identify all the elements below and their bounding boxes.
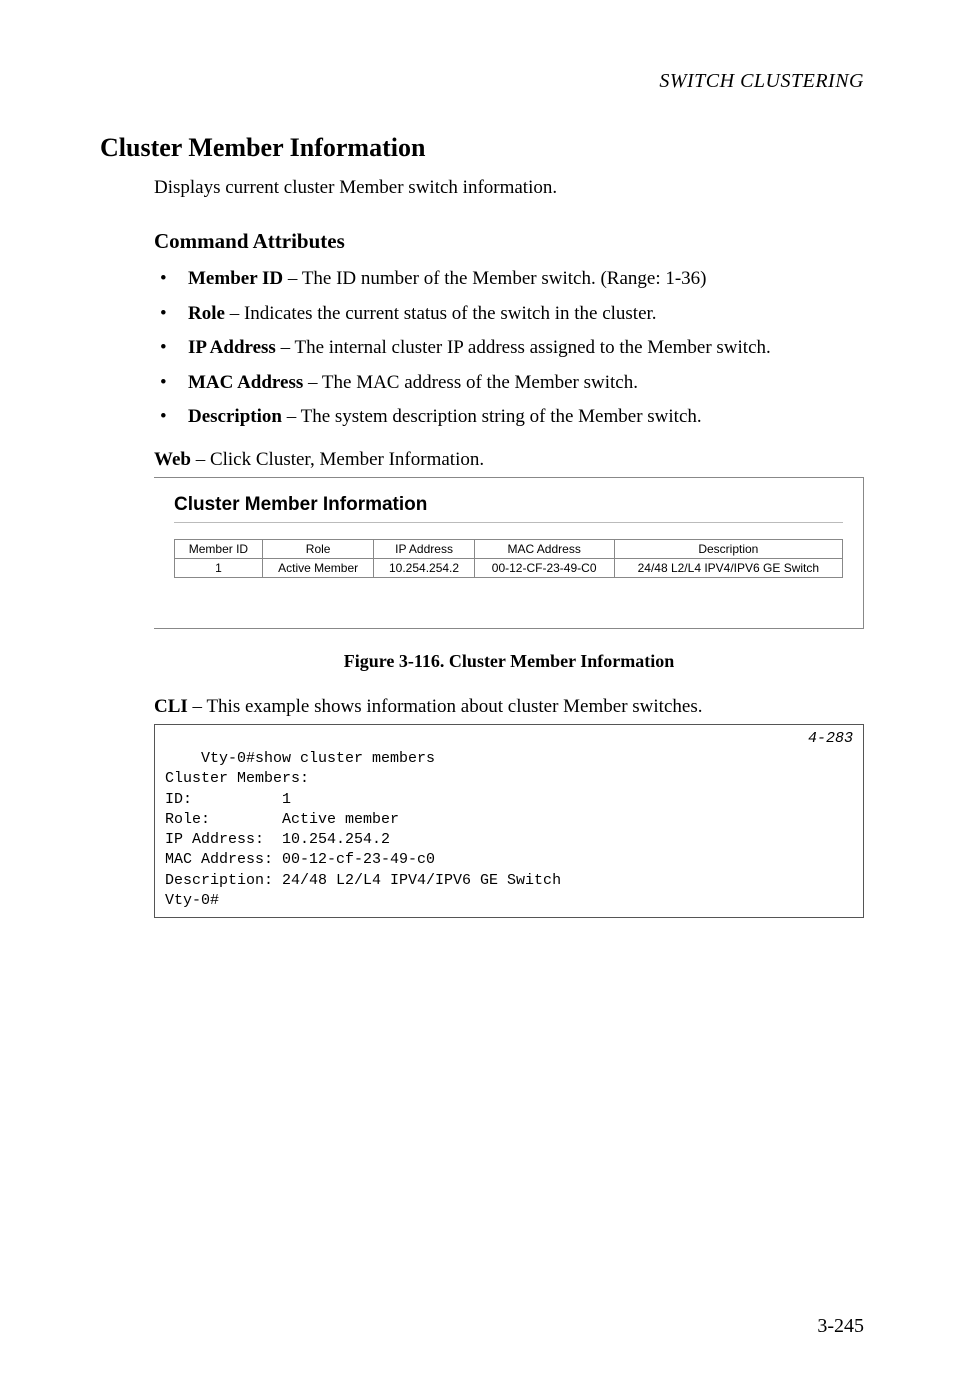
- code-line: Vty-0#: [165, 892, 219, 909]
- cli-text: – This example shows information about c…: [188, 696, 703, 717]
- code-line: Role: Active member: [165, 811, 399, 828]
- intro-text: Displays current cluster Member switch i…: [154, 177, 864, 199]
- cli-output-box: 4-283 Vty-0#show cluster members Cluster …: [154, 724, 864, 918]
- list-item: Role – Indicates the current status of t…: [154, 301, 864, 328]
- col-header: MAC Address: [474, 539, 614, 558]
- cell-member-id: 1: [175, 558, 263, 577]
- code-line: Cluster Members:: [165, 770, 309, 787]
- term: Member ID: [188, 268, 283, 289]
- page-number: 3-245: [817, 1315, 864, 1338]
- cell-ip: 10.254.254.2: [374, 558, 474, 577]
- list-item: Member ID – The ID number of the Member …: [154, 266, 864, 293]
- cell-desc: 24/48 L2/L4 IPV4/IPV6 GE Switch: [614, 558, 842, 577]
- heading-cluster-member-info: Cluster Member Information: [100, 133, 864, 163]
- code-line: ID: 1: [165, 791, 291, 808]
- figure-caption: Figure 3-116. Cluster Member Information: [154, 651, 864, 672]
- desc: – The ID number of the Member switch. (R…: [283, 268, 706, 289]
- code-line: MAC Address: 00-12-cf-23-49-c0: [165, 851, 435, 868]
- cell-role: Active Member: [262, 558, 374, 577]
- table-header-row: Member ID Role IP Address MAC Address De…: [175, 539, 843, 558]
- web-text: – Click Cluster, Member Information.: [191, 449, 484, 470]
- web-label: Web: [154, 449, 191, 470]
- cli-instruction: CLI – This example shows information abo…: [154, 696, 864, 718]
- col-header: Role: [262, 539, 374, 558]
- cli-label: CLI: [154, 696, 188, 717]
- list-item: MAC Address – The MAC address of the Mem…: [154, 370, 864, 397]
- web-instruction: Web – Click Cluster, Member Information.: [154, 449, 864, 471]
- term: MAC Address: [188, 372, 303, 393]
- heading-command-attributes: Command Attributes: [154, 229, 864, 254]
- screenshot-container: Cluster Member Information Member ID Rol…: [154, 477, 864, 629]
- code-reference: 4-283: [808, 729, 853, 749]
- col-header: IP Address: [374, 539, 474, 558]
- cluster-table: Member ID Role IP Address MAC Address De…: [174, 539, 843, 578]
- term: Role: [188, 303, 225, 324]
- col-header: Description: [614, 539, 842, 558]
- col-header: Member ID: [175, 539, 263, 558]
- desc: – Indicates the current status of the sw…: [225, 303, 657, 324]
- section-header: SWITCH CLUSTERING: [100, 70, 864, 93]
- screenshot-title: Cluster Member Information: [174, 494, 843, 516]
- table-row: 1 Active Member 10.254.254.2 00-12-CF-23…: [175, 558, 843, 577]
- code-line: Vty-0#show cluster members: [201, 750, 435, 767]
- cell-mac: 00-12-CF-23-49-C0: [474, 558, 614, 577]
- divider: [174, 522, 843, 523]
- code-line: Description: 24/48 L2/L4 IPV4/IPV6 GE Sw…: [165, 872, 561, 889]
- term: Description: [188, 406, 282, 427]
- term: IP Address: [188, 337, 276, 358]
- desc: – The system description string of the M…: [282, 406, 702, 427]
- list-item: IP Address – The internal cluster IP add…: [154, 335, 864, 362]
- code-line: IP Address: 10.254.254.2: [165, 831, 390, 848]
- desc: – The internal cluster IP address assign…: [276, 337, 771, 358]
- desc: – The MAC address of the Member switch.: [303, 372, 638, 393]
- attribute-list: Member ID – The ID number of the Member …: [154, 266, 864, 431]
- list-item: Description – The system description str…: [154, 404, 864, 431]
